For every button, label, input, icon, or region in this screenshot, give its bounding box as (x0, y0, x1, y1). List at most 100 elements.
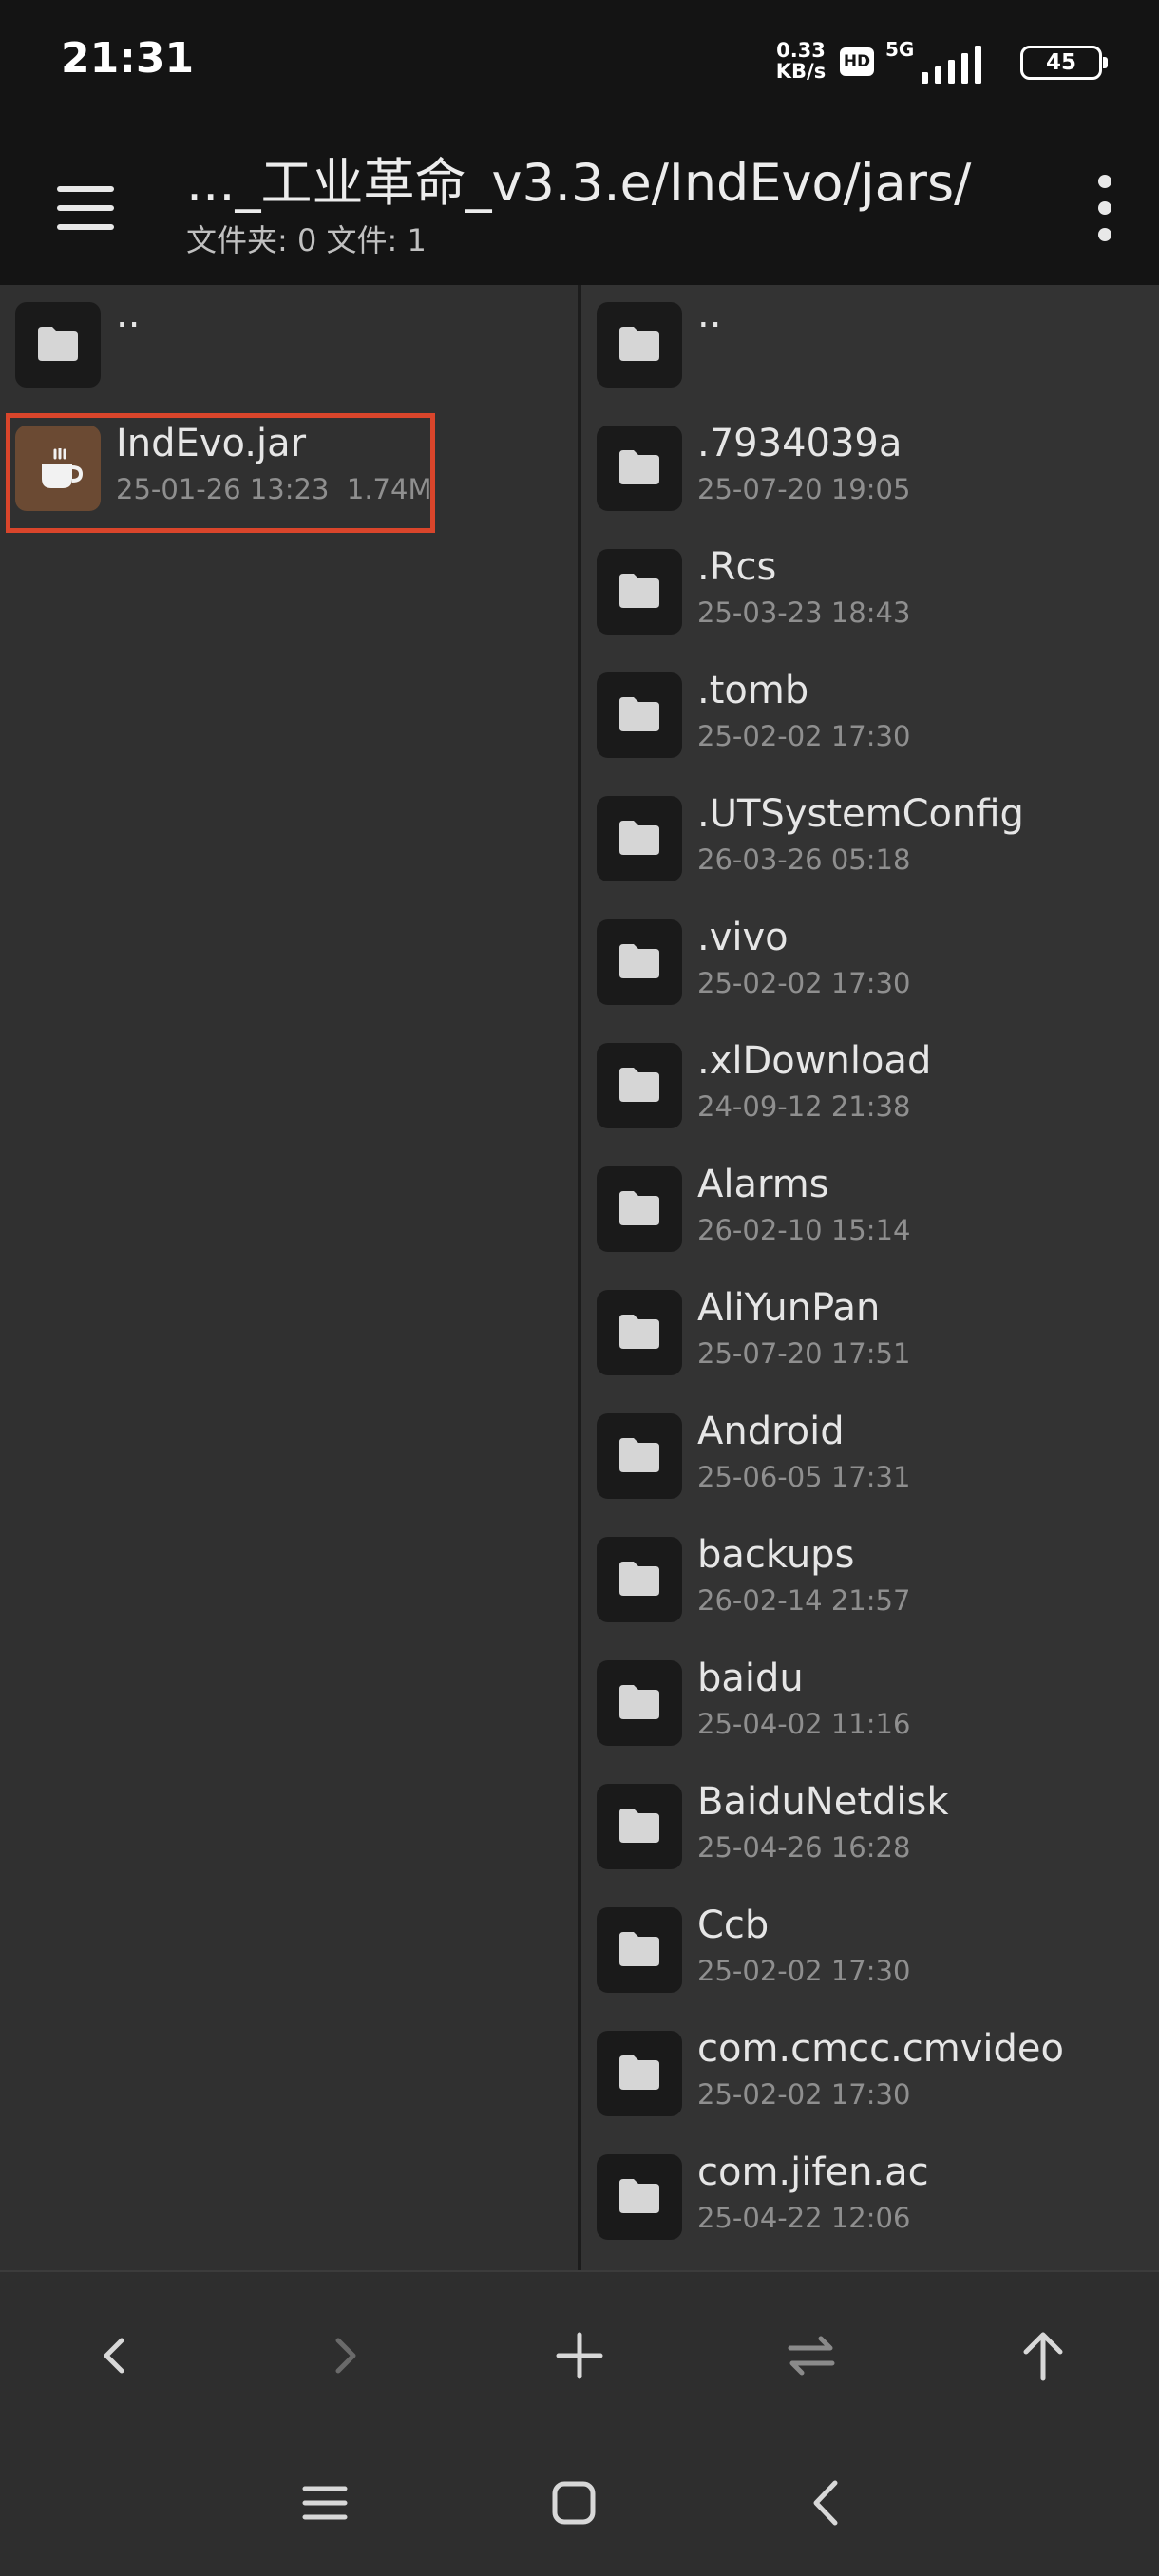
more-options-icon[interactable] (1077, 165, 1134, 251)
folder-icon (597, 1043, 682, 1128)
folder-name: .xlDownload (697, 1039, 932, 1083)
folder-date: 25-07-20 19:05 (697, 473, 911, 505)
toolbar-separator (0, 2270, 1159, 2272)
folder-icon (597, 919, 682, 1005)
signal-bars-icon (922, 46, 981, 84)
folder-date: 25-07-20 17:51 (697, 1337, 911, 1370)
folder-item[interactable]: Alarms 26-02-10 15:14 (581, 1149, 1159, 1273)
folder-date: 24-09-12 21:38 (697, 1090, 911, 1123)
folder-icon (597, 1290, 682, 1375)
folder-file-counts: 文件夹: 0 文件: 1 (186, 222, 427, 258)
status-bar: 21:31 0.33 KB/s HD 5G 45 (0, 0, 1159, 123)
current-path-title: ..._工业革命_v3.3.e/IndEvo/jars/ (186, 153, 972, 213)
folder-icon (15, 302, 101, 388)
folder-date: 25-02-02 17:30 (697, 720, 911, 752)
network-speed-value: 0.33 (776, 39, 826, 62)
folder-name: Alarms (697, 1163, 829, 1206)
folder-icon (597, 549, 682, 635)
folder-name: BaiduNetdisk (697, 1780, 949, 1824)
folder-name: .vivo (697, 916, 788, 959)
file-date: 25-01-26 13:23 (116, 473, 330, 505)
file-name: IndEvo.jar (116, 422, 307, 465)
folder-item[interactable]: Ccb 25-02-02 17:30 (581, 1890, 1159, 2014)
menu-hamburger-icon[interactable] (38, 171, 133, 247)
folder-date: 26-02-10 15:14 (697, 1214, 911, 1246)
folder-date: 25-02-02 17:30 (697, 2078, 911, 2111)
folder-item[interactable]: .Rcs 25-03-23 18:43 (581, 532, 1159, 655)
file-item-indevo-jar[interactable]: IndEvo.jar 25-01-26 13:23 1.74M (0, 408, 578, 532)
folder-icon (597, 796, 682, 881)
swap-icon[interactable] (764, 2308, 859, 2403)
folder-item[interactable]: com.jifen.ac 25-04-22 12:06 (581, 2137, 1159, 2261)
system-navigation-bar (0, 2432, 1159, 2576)
folder-item[interactable]: .7934039a 25-07-20 19:05 (581, 408, 1159, 532)
folder-item[interactable]: com.cmcc.cmvideo 25-02-02 17:30 (581, 2014, 1159, 2137)
signal-icon: 5G (885, 38, 1007, 84)
folder-item[interactable]: AliYunPan 25-07-20 17:51 (581, 1273, 1159, 1396)
file-size: 1.74M (346, 473, 432, 505)
plus-icon[interactable] (532, 2308, 627, 2403)
folder-item[interactable]: .UTSystemConfig 26-03-26 05:18 (581, 779, 1159, 902)
folder-date: 26-02-14 21:57 (697, 1584, 911, 1617)
folder-date: 25-02-02 17:30 (697, 967, 911, 999)
back-icon[interactable] (779, 2460, 874, 2546)
recents-icon[interactable] (277, 2460, 372, 2546)
jar-coffee-icon (15, 426, 101, 511)
folder-date: 26-03-26 05:18 (697, 843, 911, 876)
folder-icon (597, 1660, 682, 1746)
folder-item[interactable]: backups 26-02-14 21:57 (581, 1520, 1159, 1643)
back-arrow-icon[interactable] (66, 2308, 162, 2403)
folder-name: Android (697, 1410, 845, 1453)
folder-item[interactable]: .vivo 25-02-02 17:30 (581, 902, 1159, 1026)
folder-name: .UTSystemConfig (697, 792, 1024, 836)
folder-icon (597, 1166, 682, 1252)
folder-icon (597, 2031, 682, 2116)
network-speed: 0.33 KB/s (768, 40, 834, 82)
up-arrow-icon[interactable] (996, 2308, 1091, 2403)
folder-date: 25-04-22 12:06 (697, 2202, 911, 2234)
folder-icon (597, 302, 682, 388)
folder-date: 25-03-23 18:43 (697, 597, 911, 629)
folder-name: Ccb (697, 1904, 770, 1947)
folder-date: 25-02-02 17:30 (697, 1955, 911, 1987)
parent-directory-item[interactable]: .. (0, 285, 578, 408)
battery-icon: 45 (1020, 46, 1108, 80)
folder-name: com.jifen.ac (697, 2150, 929, 2194)
folder-date: 25-04-26 16:28 (697, 1831, 911, 1864)
folder-icon (597, 426, 682, 511)
folder-name: baidu (697, 1657, 804, 1700)
forward-arrow-icon[interactable] (298, 2308, 393, 2403)
folder-item[interactable]: baidu 25-04-02 11:16 (581, 1643, 1159, 1767)
folder-icon (597, 1413, 682, 1499)
folder-name: com.cmcc.cmvideo (697, 2027, 1065, 2071)
hd-icon: HD (840, 47, 874, 76)
folder-name: .7934039a (697, 422, 902, 465)
folder-name: .Rcs (697, 545, 777, 589)
home-icon[interactable] (526, 2460, 621, 2546)
folder-name: backups (697, 1533, 855, 1577)
network-speed-unit: KB/s (775, 60, 826, 83)
folder-icon (597, 1907, 682, 1993)
network-type: 5G (885, 38, 915, 61)
folder-item[interactable]: Android 25-06-05 17:31 (581, 1396, 1159, 1520)
folder-date: 25-04-02 11:16 (697, 1708, 911, 1740)
parent-directory-label: .. (697, 293, 722, 336)
parent-directory-item[interactable]: .. (581, 285, 1159, 408)
folder-name: AliYunPan (697, 1286, 881, 1330)
folder-name: .tomb (697, 669, 809, 712)
folder-item[interactable]: .xlDownload 24-09-12 21:38 (581, 1026, 1159, 1149)
left-file-pane: .. IndEvo.jar 25-01-26 13:23 1.74M (0, 285, 578, 2270)
folder-date: 25-06-05 17:31 (697, 1461, 911, 1493)
folder-icon (597, 1537, 682, 1622)
bottom-toolbar (0, 2270, 1159, 2432)
folder-icon (597, 1784, 682, 1869)
folder-icon (597, 672, 682, 758)
folder-item[interactable]: .tomb 25-02-02 17:30 (581, 655, 1159, 779)
folder-icon (597, 2154, 682, 2240)
status-time: 21:31 (61, 34, 195, 83)
right-file-pane: .. .7934039a 25-07-20 19:05 .Rcs 25-03-23 1… (581, 285, 1159, 2270)
file-meta: 25-01-26 13:23 1.74M (116, 473, 431, 505)
app-header: ..._工业革命_v3.3.e/IndEvo/jars/ 文件夹: 0 文件: … (0, 123, 1159, 285)
parent-directory-label: .. (116, 293, 141, 336)
folder-item[interactable]: BaiduNetdisk 25-04-26 16:28 (581, 1767, 1159, 1890)
